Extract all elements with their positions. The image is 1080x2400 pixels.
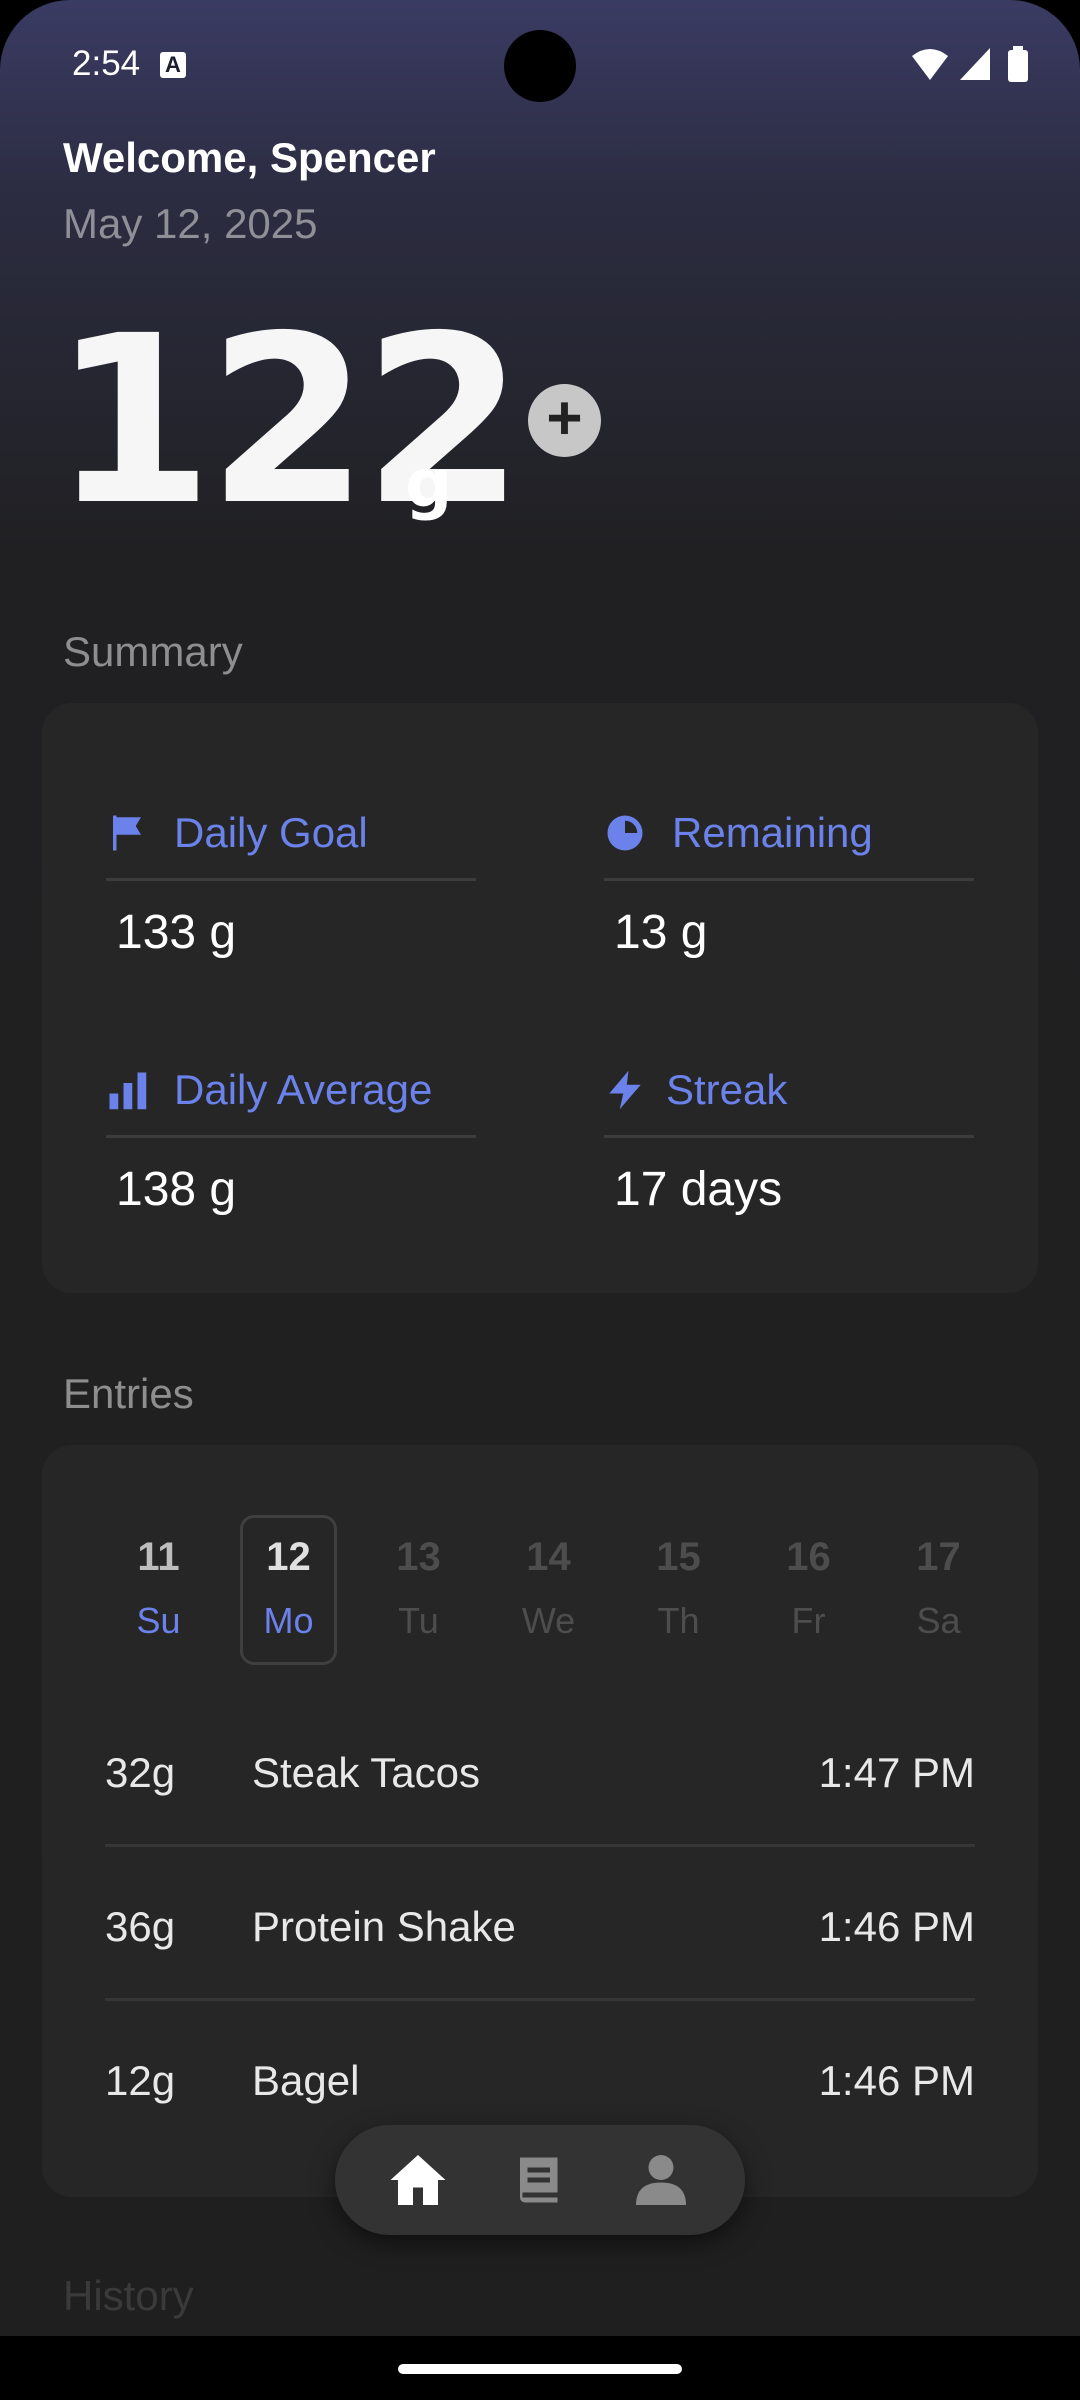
- day-of-week: Tu: [398, 1600, 439, 1641]
- bar-chart-icon: [109, 1072, 147, 1110]
- divider: [604, 878, 974, 881]
- entry-food: Protein Shake: [252, 1903, 516, 1950]
- stat-daily-average: Daily Average 138 g: [106, 1055, 476, 1217]
- welcome-text: Welcome, Spencer: [63, 134, 436, 181]
- daily-total-unit: g: [405, 445, 453, 522]
- signal-icon: [960, 48, 990, 80]
- stat-daily-goal: Daily Goal 133 g: [106, 798, 476, 960]
- book-icon[interactable]: [510, 2150, 570, 2210]
- day-17[interactable]: 17 Sa: [890, 1515, 987, 1665]
- flag-icon: [113, 815, 141, 851]
- day-number: 14: [526, 1535, 571, 1579]
- wifi-icon: [912, 49, 948, 80]
- notification-icon: A: [160, 52, 186, 78]
- stat-value: 138 g: [116, 1163, 237, 1216]
- stat-label: Daily Average: [174, 1066, 433, 1113]
- divider: [604, 1135, 974, 1138]
- divider: [106, 1135, 476, 1138]
- bottom-nav: [335, 2125, 745, 2235]
- entry-food: Bagel: [252, 2057, 360, 2104]
- stat-label: Daily Goal: [174, 809, 368, 856]
- day-number: 16: [786, 1535, 831, 1579]
- home-icon[interactable]: [388, 2150, 448, 2210]
- app-screen: 2:54 A Welcome, Spencer May 12, 2025 122…: [0, 0, 1080, 2336]
- entry-time: 1:46 PM: [818, 2057, 975, 2104]
- home-indicator[interactable]: [398, 2364, 682, 2374]
- stat-value: 17 days: [614, 1163, 783, 1216]
- divider: [105, 1844, 975, 1847]
- day-number: 17: [916, 1535, 961, 1579]
- day-16[interactable]: 16 Fr: [760, 1515, 857, 1665]
- entry-grams: 36g: [105, 1903, 176, 1950]
- day-12-selected[interactable]: 12 Mo: [240, 1515, 337, 1665]
- day-number: 12: [266, 1535, 311, 1579]
- battery-icon: [1008, 50, 1028, 82]
- divider: [106, 878, 476, 881]
- history-section-label: History: [63, 2272, 194, 2319]
- day-15[interactable]: 15 Th: [630, 1515, 727, 1665]
- summary-section-label: Summary: [63, 628, 243, 675]
- lightning-icon: [609, 1070, 641, 1110]
- day-of-week: We: [521, 1600, 576, 1641]
- current-date: May 12, 2025: [63, 200, 318, 247]
- status-icons: [912, 46, 1028, 82]
- day-of-week: Mo: [263, 1600, 314, 1641]
- entry-grams: 12g: [105, 2057, 176, 2104]
- summary-card: Daily Goal 133 g Remaining 13 g Daily Av…: [42, 703, 1038, 1293]
- profile-icon[interactable]: [631, 2150, 691, 2210]
- entry-time: 1:47 PM: [818, 1749, 975, 1796]
- day-14[interactable]: 14 We: [500, 1515, 597, 1665]
- day-of-week: Th: [657, 1600, 700, 1641]
- entry-food: Steak Tacos: [252, 1749, 481, 1796]
- stat-label: Streak: [666, 1066, 788, 1113]
- entry-time: 1:46 PM: [818, 1903, 975, 1950]
- day-number: 13: [396, 1535, 441, 1579]
- entry-row[interactable]: 32g Steak Tacos 1:47 PM: [105, 1695, 975, 1847]
- day-of-week: Fr: [791, 1600, 826, 1641]
- stat-label: Remaining: [672, 809, 873, 856]
- day-number: 11: [137, 1535, 180, 1579]
- stat-streak: Streak 17 days: [604, 1055, 974, 1217]
- day-13[interactable]: 13 Tu: [370, 1515, 467, 1665]
- stat-value: 13 g: [614, 906, 708, 959]
- status-time: 2:54: [72, 44, 141, 83]
- plus-icon: +: [546, 384, 583, 453]
- pie-chart-icon: [607, 815, 643, 851]
- stat-remaining: Remaining 13 g: [604, 798, 974, 960]
- stat-value: 133 g: [116, 906, 237, 959]
- entry-grams: 32g: [105, 1749, 176, 1796]
- entries-card: 11 Su 12 Mo 13 Tu 14 We 15 Th 16 Fr 17 S…: [42, 1445, 1038, 2197]
- day-of-week: Su: [136, 1600, 181, 1641]
- entry-row[interactable]: 36g Protein Shake 1:46 PM: [105, 1849, 975, 2001]
- camera-cutout: [504, 30, 576, 102]
- day-of-week: Sa: [916, 1600, 961, 1641]
- add-entry-button[interactable]: +: [528, 384, 601, 457]
- entries-section-label: Entries: [63, 1370, 194, 1417]
- day-11[interactable]: 11 Su: [110, 1515, 207, 1665]
- divider: [105, 1998, 975, 2001]
- day-selector: 11 Su 12 Mo 13 Tu 14 We 15 Th 16 Fr 17 S…: [110, 1515, 1000, 1665]
- day-number: 15: [656, 1535, 701, 1579]
